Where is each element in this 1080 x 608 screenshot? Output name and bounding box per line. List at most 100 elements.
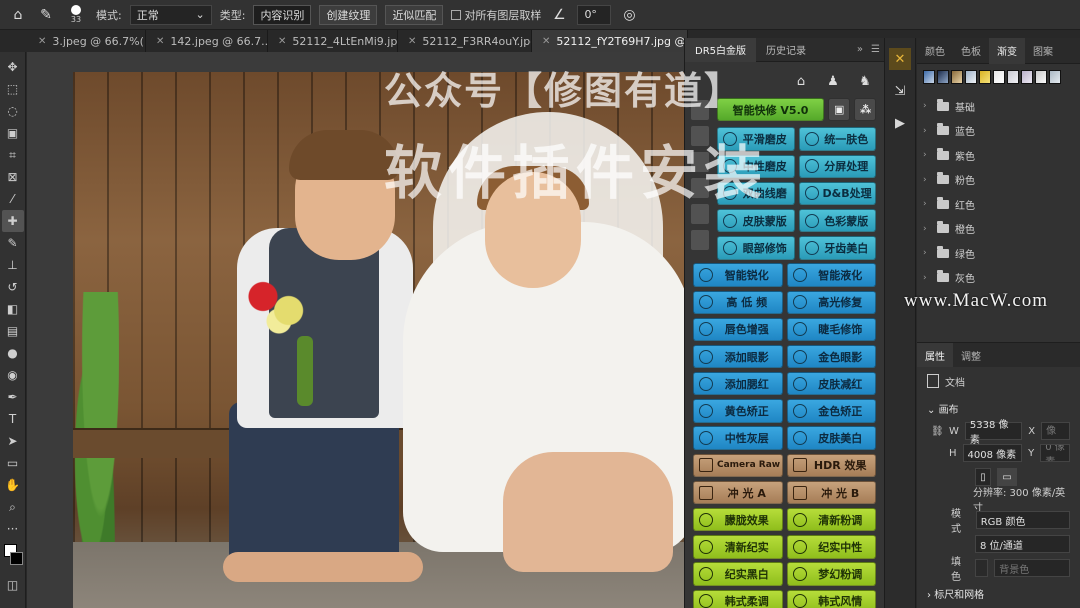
- dr5-feature-button[interactable]: 唇色增强: [693, 317, 783, 342]
- history-brush-tool-icon[interactable]: ↺: [2, 276, 24, 298]
- tab-properties[interactable]: 属性: [917, 343, 953, 367]
- frame-tool-icon[interactable]: ⊠: [2, 166, 24, 188]
- bit-depth-select[interactable]: 8 位/通道: [975, 535, 1070, 553]
- color-mode-select[interactable]: RGB 颜色: [975, 511, 1070, 529]
- folder-item[interactable]: › 绿色: [923, 241, 1074, 266]
- rulers-section-header[interactable]: › 标尺和网格: [917, 580, 1080, 605]
- dr5-feature-button[interactable]: 高光修复: [786, 290, 876, 314]
- play-action-icon[interactable]: ▶: [889, 112, 911, 134]
- zoom-tool-icon[interactable]: ⌕: [2, 496, 24, 518]
- gradient-swatch[interactable]: [1021, 70, 1033, 84]
- dr5-feature-button[interactable]: D&B处理: [798, 181, 876, 206]
- gradient-swatch[interactable]: [965, 70, 977, 84]
- home-icon[interactable]: ⌂: [8, 5, 28, 25]
- x-input[interactable]: 0 像素: [1041, 422, 1070, 440]
- brush-tool-icon[interactable]: ✎: [2, 232, 24, 254]
- folder-item[interactable]: › 蓝色: [923, 119, 1074, 144]
- dr5-feature-button[interactable]: 皮肤减红: [786, 372, 876, 396]
- close-icon[interactable]: ✕: [38, 36, 46, 47]
- dr5-feature-button[interactable]: 高 低 频: [693, 290, 783, 314]
- dr5-feature-button[interactable]: 韩式柔调: [693, 589, 783, 608]
- create-texture-button[interactable]: 创建纹理: [319, 4, 378, 25]
- gradient-swatch[interactable]: [1035, 70, 1047, 84]
- marquee-tool-icon[interactable]: ⬚: [2, 78, 24, 100]
- folder-item[interactable]: › 粉色: [923, 168, 1074, 193]
- document-tab[interactable]: ✕ 52112_4LtEnMi9.jpg: [268, 30, 398, 52]
- background-color-swatch[interactable]: [9, 552, 23, 565]
- dr5-feature-button[interactable]: 黄色矫正: [693, 399, 783, 423]
- dr5-settings-button[interactable]: ▣: [828, 98, 850, 122]
- document-tab[interactable]: ✕ 142.jpeg @ 66.7...: [146, 30, 268, 52]
- dodge-tool-icon[interactable]: ◉: [2, 364, 24, 386]
- healing-brush-tool-icon[interactable]: ✚: [1, 210, 24, 232]
- panel-menu-icon[interactable]: ☰: [867, 44, 884, 55]
- dr5-feature-button[interactable]: 纪实中性: [786, 535, 876, 559]
- gradient-swatch[interactable]: [1007, 70, 1019, 84]
- content-aware-button[interactable]: 内容识别: [253, 4, 312, 25]
- dr5-feature-button[interactable]: 色彩蒙版: [798, 208, 876, 233]
- height-input[interactable]: 4008 像素: [962, 444, 1023, 462]
- eyedropper-tool-icon[interactable]: ⁄: [2, 188, 24, 210]
- lasso-tool-icon[interactable]: ◌: [2, 100, 24, 122]
- dr5-feature-button[interactable]: 冲 光 B: [786, 480, 876, 505]
- dr5-feature-button[interactable]: HDR 效果: [786, 453, 876, 478]
- pressure-icon[interactable]: ◎: [619, 5, 639, 25]
- folder-item[interactable]: › 红色: [923, 192, 1074, 217]
- dr5-feature-button[interactable]: 中性灰层: [693, 426, 783, 450]
- dr5-feature-button[interactable]: 眼部修饰: [717, 236, 795, 260]
- gradient-swatch[interactable]: [937, 70, 949, 84]
- dr5-user-remove-icon[interactable]: ♞: [852, 68, 878, 94]
- proximity-match-button[interactable]: 近似匹配: [385, 4, 444, 25]
- gradient-swatch[interactable]: [979, 70, 991, 84]
- dr5-home-icon[interactable]: ⌂: [788, 68, 814, 94]
- angle-input[interactable]: 0°: [577, 4, 612, 25]
- link-icon[interactable]: ⛓: [931, 426, 944, 437]
- width-input[interactable]: 5338 像素: [964, 420, 1023, 446]
- fill-color-swatch[interactable]: [974, 559, 989, 577]
- dr5-feature-button[interactable]: 添加腮红: [693, 372, 783, 396]
- document-tab[interactable]: ✕ 3.jpeg @ 66.7%(...: [28, 30, 146, 52]
- crop-tool-icon[interactable]: ⌗: [2, 144, 24, 166]
- dr5-feature-button[interactable]: 清新纪实: [693, 535, 783, 559]
- collapse-icon[interactable]: »: [853, 44, 867, 55]
- dr5-feature-button[interactable]: 梦幻粉调: [786, 562, 876, 586]
- tab-swatches[interactable]: 色板: [953, 38, 989, 64]
- folder-item[interactable]: › 紫色: [923, 143, 1074, 168]
- tab-adjustments[interactable]: 调整: [953, 343, 989, 367]
- close-icon[interactable]: ✕: [156, 36, 164, 47]
- close-icon[interactable]: ✕: [542, 36, 550, 47]
- tab-gradients[interactable]: 渐变: [989, 37, 1025, 64]
- dr5-plugin-icon[interactable]: ✕: [889, 48, 911, 70]
- y-input[interactable]: 0 像素: [1040, 444, 1070, 462]
- dr5-user-icon[interactable]: ♟: [820, 68, 846, 94]
- transform-icon[interactable]: ⇲: [889, 80, 911, 102]
- tab-dr5[interactable]: DR5白金版: [685, 37, 757, 62]
- type-tool-icon[interactable]: T: [2, 408, 24, 430]
- stamp-tool-icon[interactable]: ⊥: [2, 254, 24, 276]
- fill-select[interactable]: 背景色: [994, 559, 1070, 577]
- dr5-feature-button[interactable]: 韩式风情: [786, 589, 876, 608]
- tab-color[interactable]: 颜色: [917, 38, 953, 64]
- pen-tool-icon[interactable]: ✒: [2, 386, 24, 408]
- dr5-feature-button[interactable]: 统一肤色: [798, 127, 876, 151]
- dr5-feature-button[interactable]: 金色眼影: [786, 344, 876, 369]
- tab-patterns[interactable]: 图案: [1025, 38, 1061, 64]
- rectangle-tool-icon[interactable]: ▭: [2, 452, 24, 474]
- mode-select[interactable]: 正常 ⌄: [129, 4, 212, 25]
- dr5-feature-button[interactable]: 纪实黑白: [693, 562, 783, 586]
- dr5-feature-button[interactable]: 金色矫正: [786, 399, 876, 423]
- dr5-feature-button[interactable]: 清新粉调: [786, 508, 876, 532]
- dr5-feature-button[interactable]: 睫毛修饰: [786, 317, 876, 342]
- path-select-tool-icon[interactable]: ➤: [2, 430, 24, 452]
- dr5-feature-button[interactable]: 智能锐化: [693, 263, 783, 287]
- brush-preset-picker[interactable]: 33: [64, 5, 88, 25]
- blur-tool-icon[interactable]: ●: [2, 342, 24, 364]
- hand-tool-icon[interactable]: ✋: [2, 474, 24, 496]
- dr5-feature-button[interactable]: 牙齿美白: [798, 236, 876, 260]
- dr5-feature-button[interactable]: 分屏处理: [798, 154, 876, 178]
- tab-history[interactable]: 历史记录: [756, 38, 816, 62]
- document-tab[interactable]: ✕ 52112_F3RR4ouY.jpg: [398, 30, 532, 52]
- gradient-swatch[interactable]: [993, 70, 1005, 84]
- gradient-tool-icon[interactable]: ▤: [2, 320, 24, 342]
- dr5-feature-button[interactable]: 皮肤美白: [786, 426, 876, 450]
